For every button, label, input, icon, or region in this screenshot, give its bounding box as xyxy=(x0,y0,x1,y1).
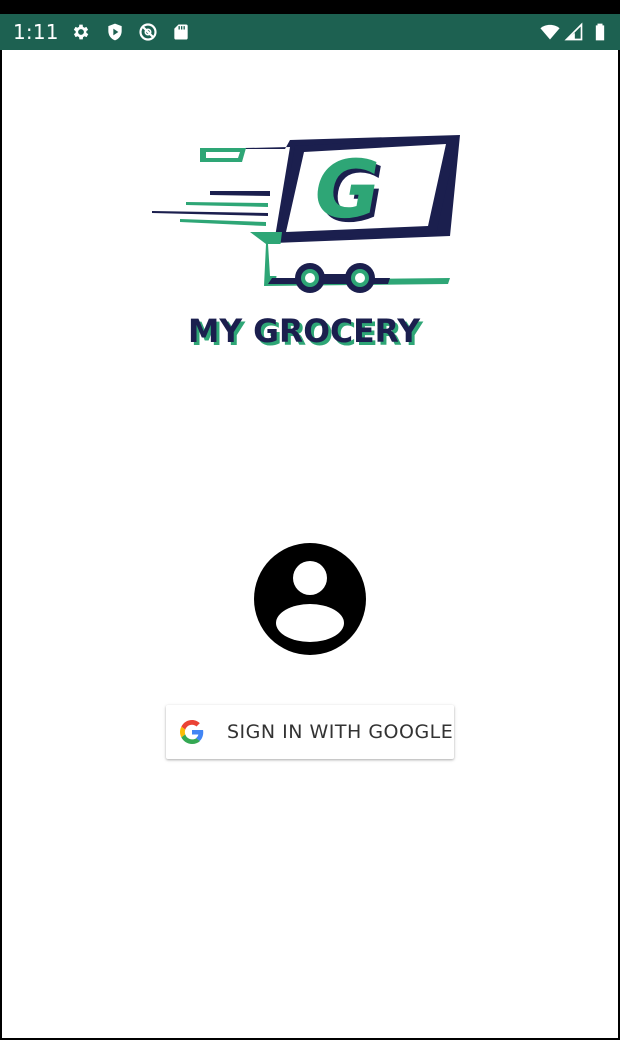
my-grocery-logo: G G MY GROCERY MY GROCERY xyxy=(152,135,460,353)
phone-frame: 1:11 G G MY GROCERY MY GROCERY SIGN IN W… xyxy=(0,0,620,1040)
battery-icon xyxy=(595,23,605,41)
account-circle-icon xyxy=(254,543,366,655)
settings-icon xyxy=(73,24,89,40)
do-not-disturb-icon xyxy=(139,23,157,41)
status-bar: 1:11 xyxy=(0,14,620,50)
speed-lines xyxy=(152,191,270,226)
shield-play-icon xyxy=(108,23,122,41)
login-screen: G G MY GROCERY MY GROCERY SIGN IN WITH G… xyxy=(2,50,618,1038)
google-icon xyxy=(180,720,204,744)
logo-brand-text: MY GROCERY xyxy=(188,312,421,350)
wifi-icon xyxy=(540,24,560,40)
sd-card-icon xyxy=(174,24,188,40)
google-sign-in-label: SIGN IN WITH GOOGLE xyxy=(227,721,454,743)
cell-signal-icon xyxy=(564,22,583,41)
status-time: 1:11 xyxy=(13,20,59,44)
google-sign-in-button[interactable]: SIGN IN WITH GOOGLE xyxy=(166,705,454,759)
cart-wheels xyxy=(295,263,375,293)
